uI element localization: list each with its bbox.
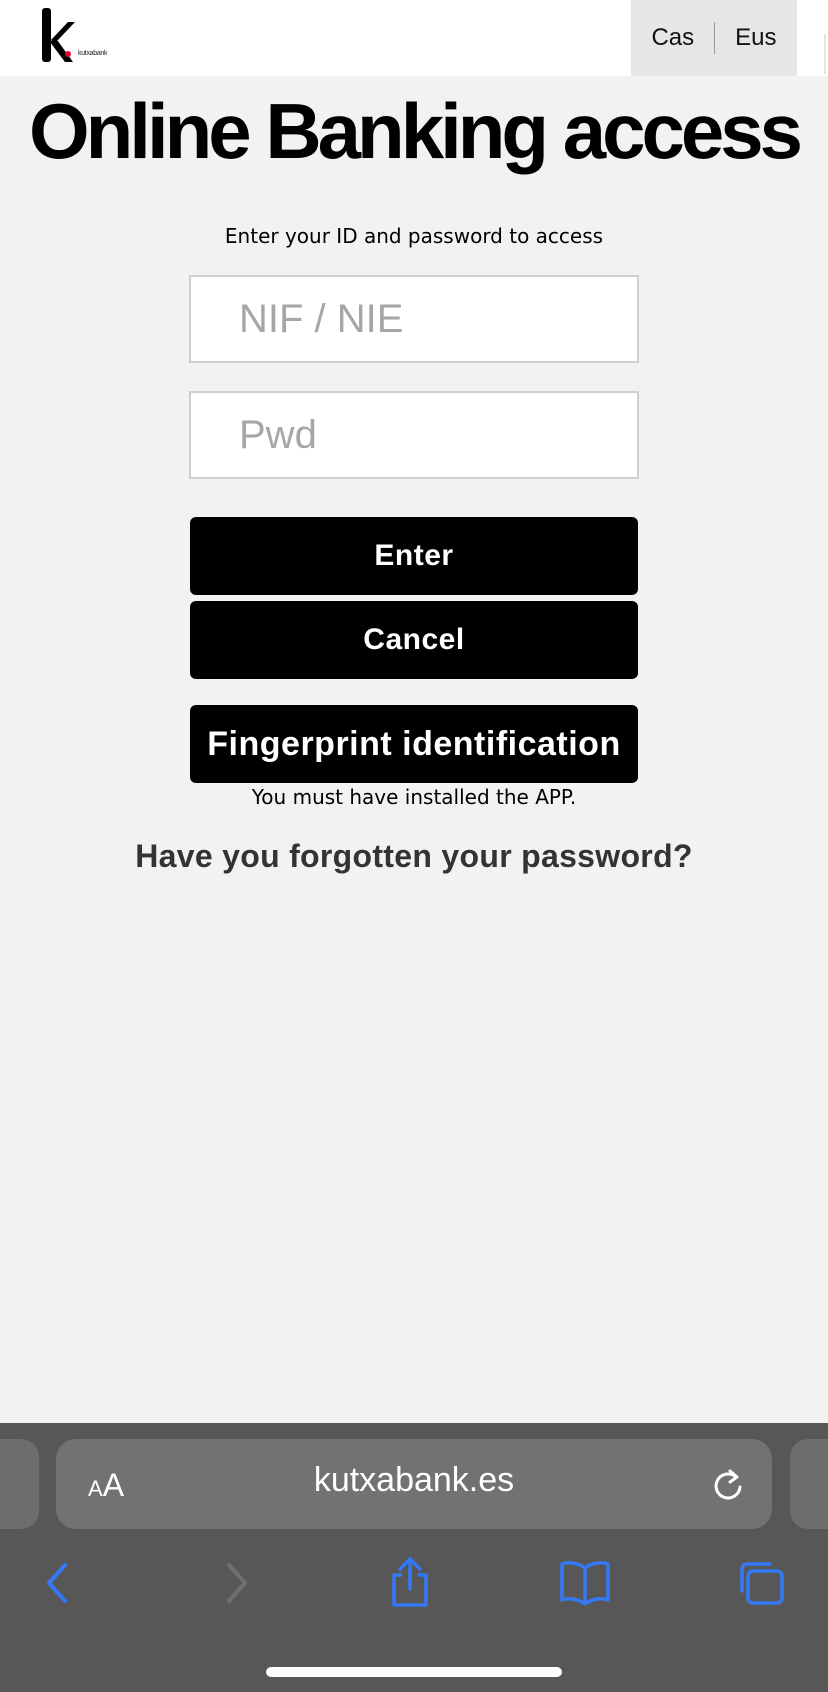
reload-icon[interactable] bbox=[710, 1465, 746, 1505]
url-text[interactable]: kutxabank.es bbox=[56, 1461, 772, 1500]
page-title: Online Banking access bbox=[28, 87, 803, 175]
page-subtitle: Enter your ID and password to access bbox=[224, 224, 604, 248]
lang-cas[interactable]: Cas bbox=[631, 24, 714, 52]
enter-button[interactable]: Enter bbox=[190, 517, 638, 595]
back-icon[interactable] bbox=[30, 1555, 86, 1611]
next-tab-preview[interactable] bbox=[790, 1439, 828, 1529]
tabs-icon[interactable] bbox=[733, 1555, 789, 1611]
home-indicator[interactable] bbox=[266, 1667, 562, 1677]
k-logo-icon bbox=[42, 8, 75, 62]
language-selector: Cas Eus bbox=[631, 0, 797, 76]
forgot-password-link[interactable]: Have you forgotten your password? bbox=[0, 838, 828, 875]
id-input[interactable] bbox=[189, 275, 639, 363]
bookmarks-icon[interactable] bbox=[557, 1555, 613, 1611]
previous-tab-preview[interactable] bbox=[0, 1439, 39, 1529]
site-header: kutxabank Cas Eus bbox=[0, 0, 828, 76]
kutxabank-logo[interactable]: kutxabank bbox=[38, 6, 122, 66]
address-bar[interactable]: AA kutxabank.es bbox=[56, 1439, 772, 1529]
fingerprint-button[interactable]: Fingerprint identification bbox=[190, 705, 638, 783]
share-icon[interactable] bbox=[382, 1555, 438, 1611]
edge-divider bbox=[824, 34, 826, 74]
fingerprint-note: You must have installed the APP. bbox=[251, 785, 577, 809]
cancel-button[interactable]: Cancel bbox=[190, 601, 638, 679]
logo-wordmark: kutxabank bbox=[78, 50, 108, 57]
password-input[interactable] bbox=[189, 391, 639, 479]
forward-icon[interactable] bbox=[208, 1555, 264, 1611]
browser-toolbar: AA kutxabank.es bbox=[0, 1423, 828, 1692]
lang-eus[interactable]: Eus bbox=[715, 24, 796, 52]
